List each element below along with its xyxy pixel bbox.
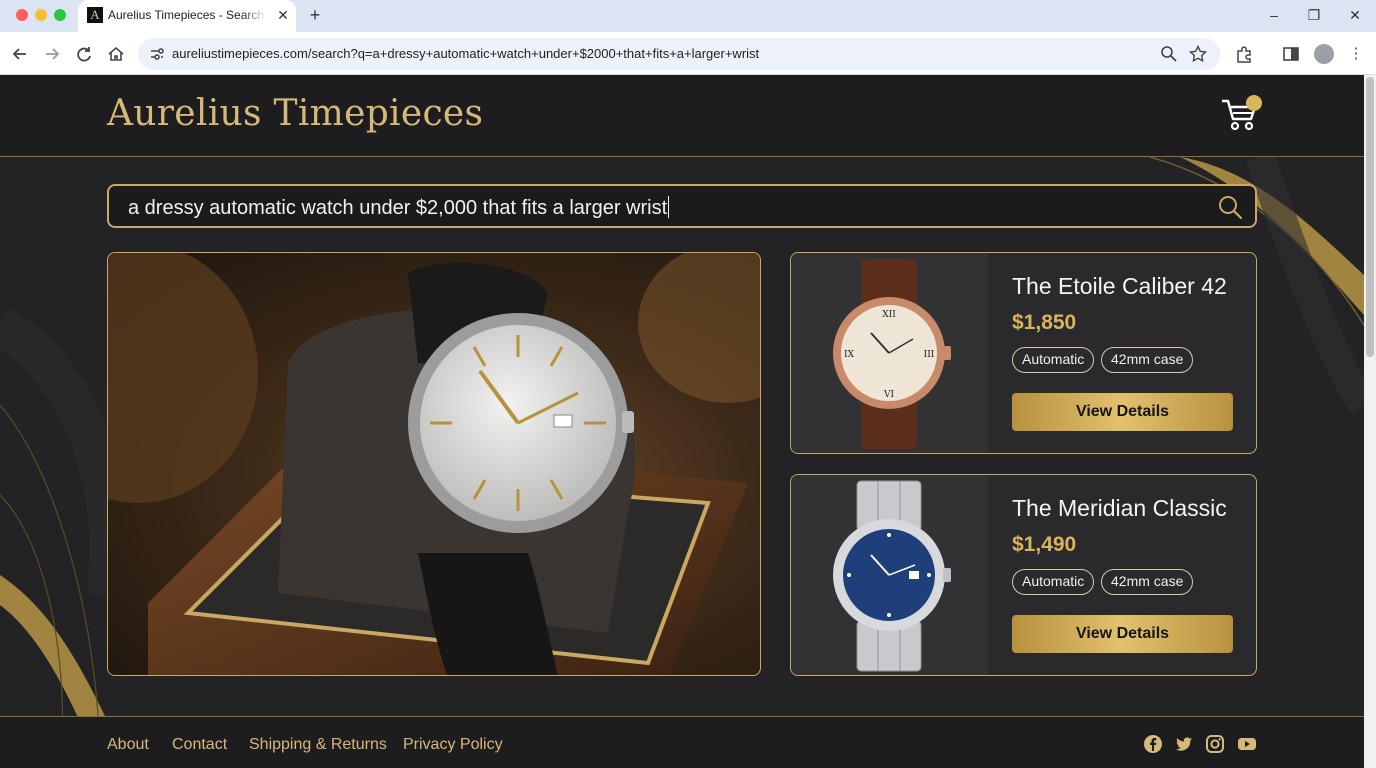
page-scrollbar[interactable] [1364,75,1376,768]
address-bar[interactable]: aureliustimepieces.com/search?q=a+dressy… [138,38,1220,70]
footer-link-shipping[interactable]: Shipping & Returns [249,736,387,754]
footer-link-privacy[interactable]: Privacy Policy [403,736,503,754]
browser-tab[interactable]: A Aurelius Timepieces - Search Results ✕ [78,0,296,32]
view-details-button[interactable]: View Details [1012,615,1233,653]
maximize-window-button[interactable] [54,9,66,21]
minimize-icon[interactable]: – [1262,4,1286,26]
zoom-icon[interactable] [1159,44,1179,64]
search-input[interactable]: a dressy automatic watch under $2,000 th… [107,184,1257,228]
sidepanel-icon[interactable] [1280,43,1302,65]
twitter-icon[interactable] [1174,734,1194,754]
site-info-icon[interactable] [148,45,166,63]
star-icon[interactable] [1188,44,1208,64]
web-page: Aurelius Timepieces a dressy automatic w… [0,75,1364,768]
rose-gold-watch-illustration: XII VI IX III [833,259,951,449]
cart-badge [1246,95,1262,111]
product-title[interactable]: The Etoile Caliber 42 [1012,273,1227,300]
blue-dial-watch-illustration [833,480,951,672]
browser-tab-bar: A Aurelius Timepieces - Search Results ✕… [0,0,1376,32]
svg-text:VI: VI [883,390,894,400]
new-tab-button[interactable]: + [305,4,325,26]
tag-automatic: Automatic [1012,347,1095,373]
tag-automatic: Automatic [1012,569,1095,595]
site-header: Aurelius Timepieces [0,75,1364,157]
hero-watch-image[interactable] [107,252,761,676]
menu-icon[interactable]: ⋮ [1345,43,1367,65]
text-caret [668,196,670,218]
close-window-button[interactable] [16,9,28,21]
browser-toolbar: aureliustimepieces.com/search?q=a+dressy… [0,32,1376,75]
reload-icon[interactable] [73,43,95,65]
tab-close-icon[interactable]: ✕ [274,6,292,24]
home-icon[interactable] [105,43,127,65]
view-details-button[interactable]: View Details [1012,393,1233,431]
product-image[interactable]: XII VI IX III [791,253,988,453]
product-card[interactable]: XII VI IX III The Etoile Caliber 42 $1,850 … [790,252,1257,454]
product-image[interactable] [791,475,988,675]
youtube-icon[interactable] [1237,734,1257,754]
facebook-icon[interactable] [1143,734,1163,754]
svg-text:IX: IX [844,350,855,360]
product-price: $1,850 [1012,311,1077,334]
tag-case-size: 42mm case [1101,347,1194,373]
tab-title: Aurelius Timepieces - Search Results [108,8,266,22]
footer-link-contact[interactable]: Contact [172,736,227,754]
url-text: aureliustimepieces.com/search?q=a+dressy… [172,46,760,61]
restore-icon[interactable]: ❐ [1302,4,1326,26]
extensions-icon[interactable] [1233,43,1255,65]
search-query-text: a dressy automatic watch under $2,000 th… [128,197,668,219]
svg-text:XII: XII [882,310,896,320]
minimize-window-button[interactable] [35,9,47,21]
close-icon[interactable]: ✕ [1343,4,1367,26]
scrollbar-thumb[interactable] [1366,77,1374,357]
hero-watch-illustration [108,253,760,675]
site-logo[interactable]: Aurelius Timepieces [107,93,483,134]
search-icon[interactable] [1217,194,1243,220]
forward-icon[interactable] [41,43,63,65]
product-price: $1,490 [1012,533,1077,556]
profile-icon[interactable] [1314,44,1334,64]
favicon-icon: A [87,7,103,23]
product-card[interactable]: The Meridian Classic $1,490 Automatic 42… [790,474,1257,676]
site-footer: About Contact Shipping & Returns Privacy… [0,716,1364,768]
instagram-icon[interactable] [1205,734,1225,754]
product-title[interactable]: The Meridian Classic [1012,495,1227,522]
back-icon[interactable] [9,43,31,65]
footer-link-about[interactable]: About [107,736,149,754]
tag-case-size: 42mm case [1101,569,1194,595]
svg-text:III: III [924,350,935,360]
